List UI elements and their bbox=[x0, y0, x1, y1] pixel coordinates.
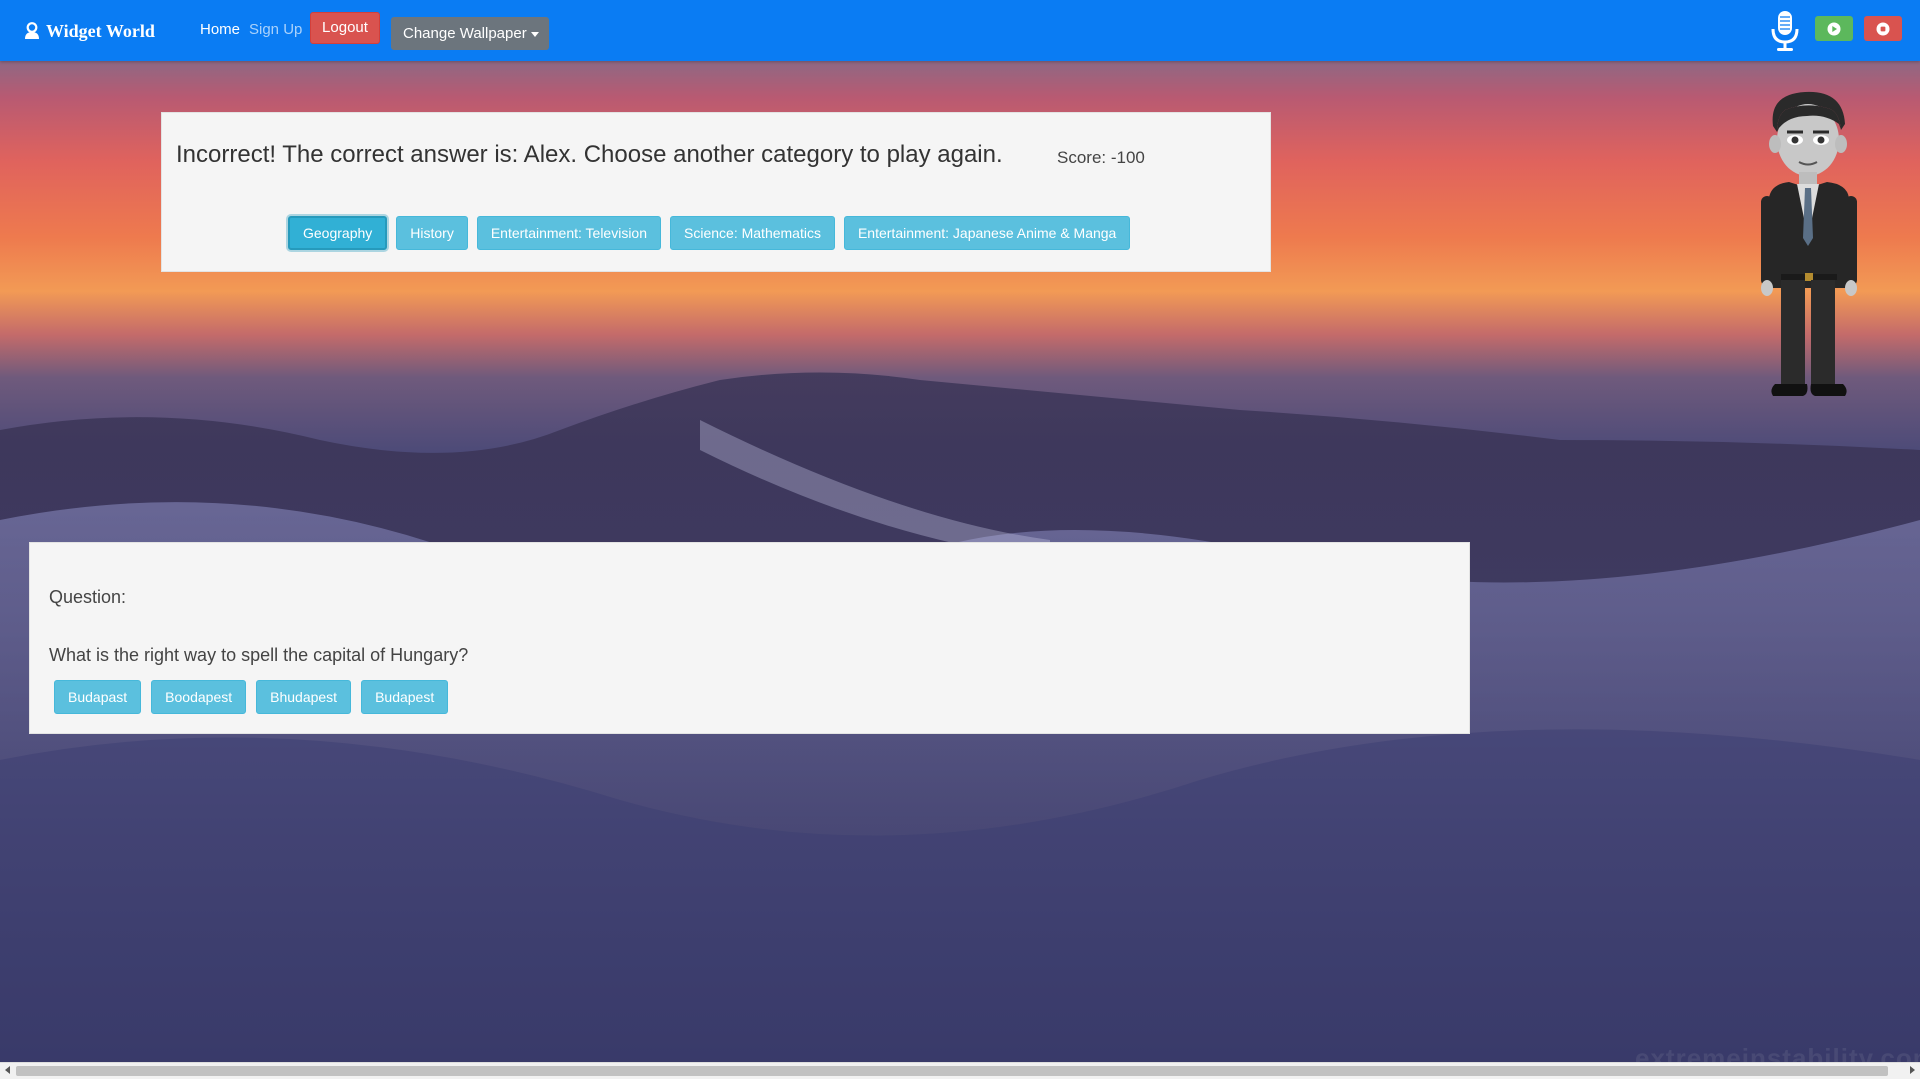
scrollbar-thumb[interactable] bbox=[16, 1066, 1888, 1076]
play-icon bbox=[1827, 22, 1841, 35]
category-button-geography[interactable]: Geography bbox=[288, 216, 388, 250]
category-button-row: Geography History Entertainment: Televis… bbox=[288, 216, 1131, 250]
avatar-character bbox=[1761, 91, 1857, 396]
score-display: Score: -100 bbox=[1057, 148, 1145, 167]
change-wallpaper-label: Change Wallpaper bbox=[403, 25, 527, 42]
user-icon bbox=[25, 22, 39, 39]
top-navbar: Widget World Home Sign Up Logout Change … bbox=[0, 0, 1920, 61]
answer-button-1[interactable]: Budapast bbox=[54, 680, 142, 714]
category-button-history[interactable]: History bbox=[396, 216, 468, 250]
microphone-icon[interactable] bbox=[1768, 9, 1802, 53]
category-button-mathematics[interactable]: Science: Mathematics bbox=[670, 216, 835, 250]
answer-button-2[interactable]: Boodapest bbox=[151, 680, 247, 714]
change-wallpaper-dropdown[interactable]: Change Wallpaper bbox=[391, 17, 549, 50]
question-panel: Question: What is the right way to spell… bbox=[29, 542, 1470, 734]
scroll-right-arrow-icon[interactable] bbox=[1910, 1066, 1915, 1074]
answer-button-4[interactable]: Budapest bbox=[361, 680, 449, 714]
question-label: Question: bbox=[49, 587, 127, 607]
result-message: Incorrect! The correct answer is: Alex. … bbox=[176, 141, 1003, 168]
stop-icon bbox=[1876, 22, 1890, 35]
answer-button-3[interactable]: Bhudapest bbox=[256, 680, 352, 714]
answer-button-row: Budapast Boodapest Bhudapest Budapest bbox=[54, 680, 449, 714]
stop-button[interactable] bbox=[1864, 16, 1902, 41]
question-text: What is the right way to spell the capit… bbox=[49, 645, 469, 665]
brand-name: Widget World bbox=[46, 20, 155, 41]
category-button-television[interactable]: Entertainment: Television bbox=[476, 216, 662, 250]
nav-home-link[interactable]: Home bbox=[200, 21, 240, 38]
horizontal-scrollbar[interactable] bbox=[0, 1062, 1920, 1079]
category-button-anime-manga[interactable]: Entertainment: Japanese Anime & Manga bbox=[843, 216, 1131, 250]
scroll-left-arrow-icon[interactable] bbox=[5, 1066, 10, 1074]
play-button[interactable] bbox=[1815, 16, 1853, 41]
result-panel: Incorrect! The correct answer is: Alex. … bbox=[161, 112, 1271, 272]
caret-down-icon bbox=[530, 31, 539, 37]
logout-button[interactable]: Logout bbox=[310, 12, 380, 44]
nav-signup-link[interactable]: Sign Up bbox=[249, 21, 302, 38]
brand-logo[interactable]: Widget World bbox=[24, 18, 155, 44]
